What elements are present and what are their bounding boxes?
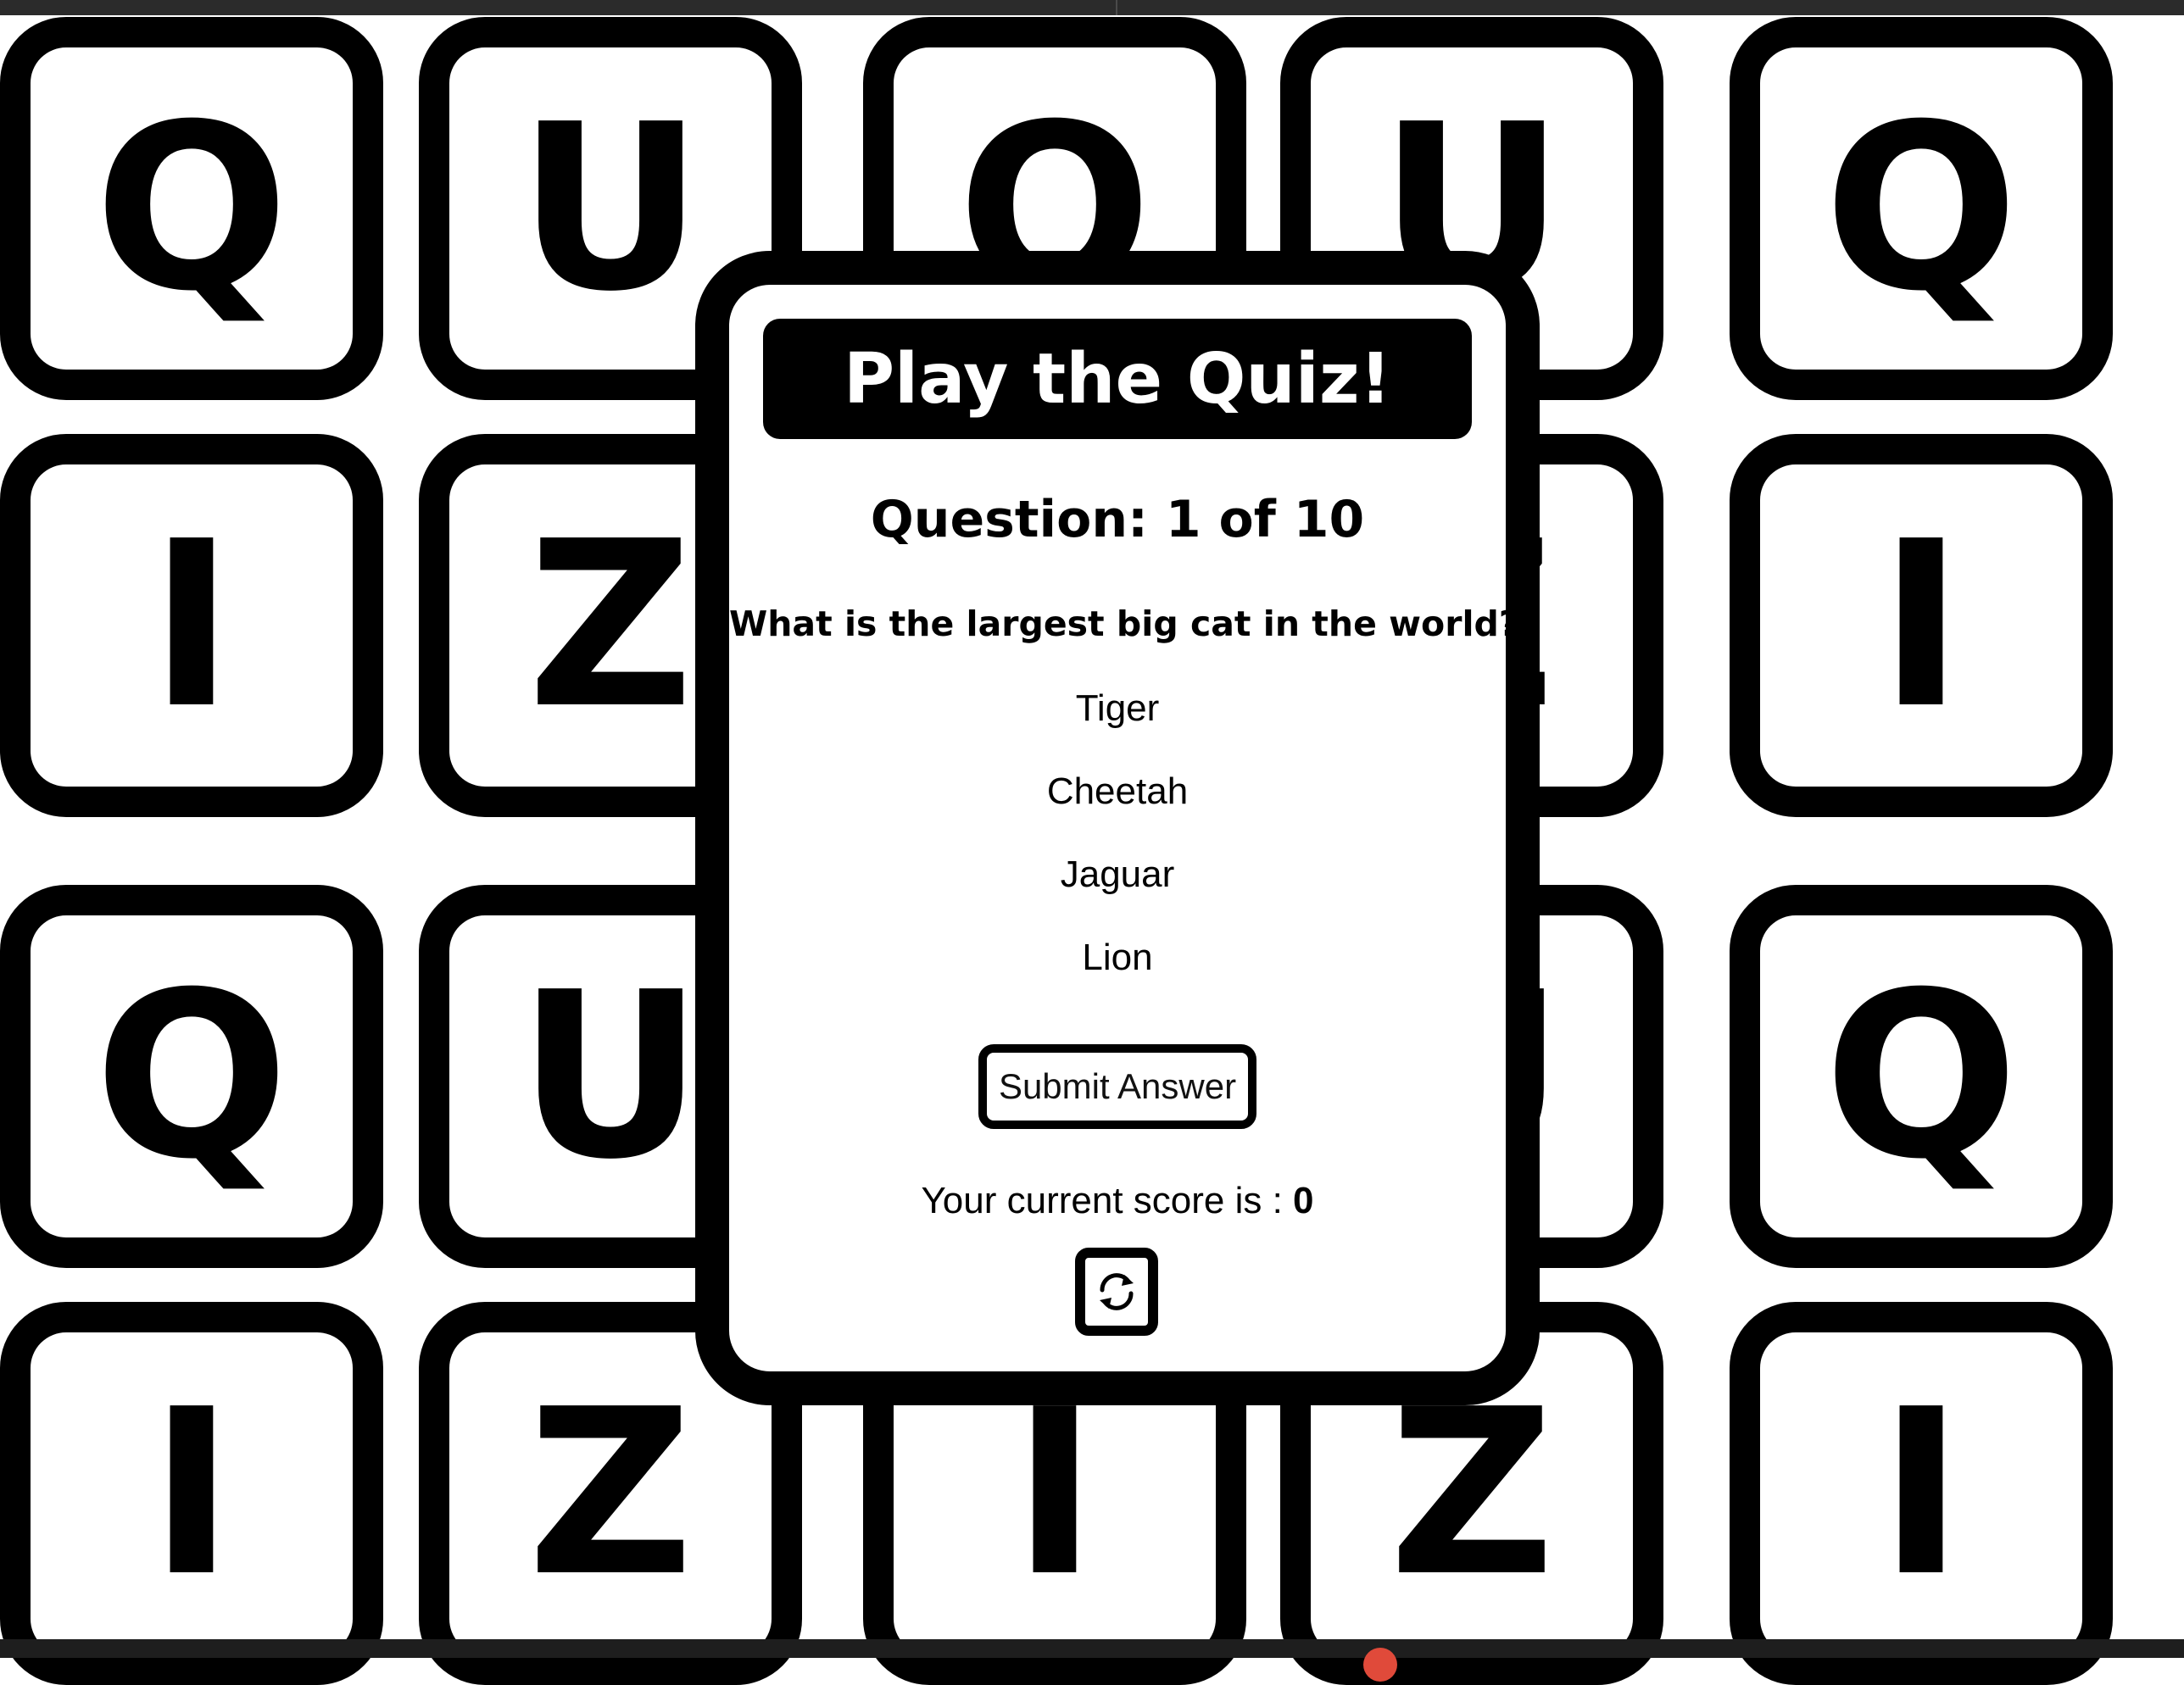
question-counter: Question: 1 of 10 bbox=[870, 490, 1365, 549]
answer-option-jaguar[interactable]: Jaguar bbox=[729, 849, 1506, 932]
browser-bottom-bar bbox=[0, 1639, 2184, 1682]
browser-tab-divider bbox=[1116, 0, 1117, 15]
question-text: What is the largest big cat in the world… bbox=[729, 603, 1519, 644]
browser-top-bar bbox=[0, 0, 2184, 15]
score-display: Your current score is : 0 bbox=[729, 1180, 1506, 1222]
answer-option-lion[interactable]: Lion bbox=[729, 932, 1506, 1015]
letter-tile-i: I bbox=[1730, 1302, 2113, 1685]
submit-answer-button[interactable]: Submit Answer bbox=[978, 1044, 1256, 1129]
letter-tile-q: Q bbox=[1730, 885, 2113, 1268]
letter-tile-i: I bbox=[1730, 434, 2113, 817]
notification-dot bbox=[1363, 1648, 1397, 1682]
refresh-icon bbox=[1100, 1273, 1134, 1310]
answer-option-cheetah[interactable]: Cheetah bbox=[729, 766, 1506, 849]
answer-options: Tiger Cheetah Jaguar Lion bbox=[729, 683, 1506, 1015]
restart-button[interactable] bbox=[1075, 1248, 1158, 1336]
score-value: 0 bbox=[1293, 1180, 1314, 1221]
answer-option-tiger[interactable]: Tiger bbox=[729, 683, 1506, 766]
submit-answer-label: Submit Answer bbox=[998, 1066, 1237, 1106]
letter-tile-i: I bbox=[0, 434, 383, 817]
letter-tile-q: Q bbox=[0, 17, 383, 400]
quiz-title: Play the Quiz! bbox=[763, 319, 1472, 439]
letter-tile-q: Q bbox=[0, 885, 383, 1268]
letter-tile-i: I bbox=[0, 1302, 383, 1685]
score-label: Your current score is : bbox=[921, 1180, 1294, 1221]
letter-tile-q: Q bbox=[1730, 17, 2113, 400]
